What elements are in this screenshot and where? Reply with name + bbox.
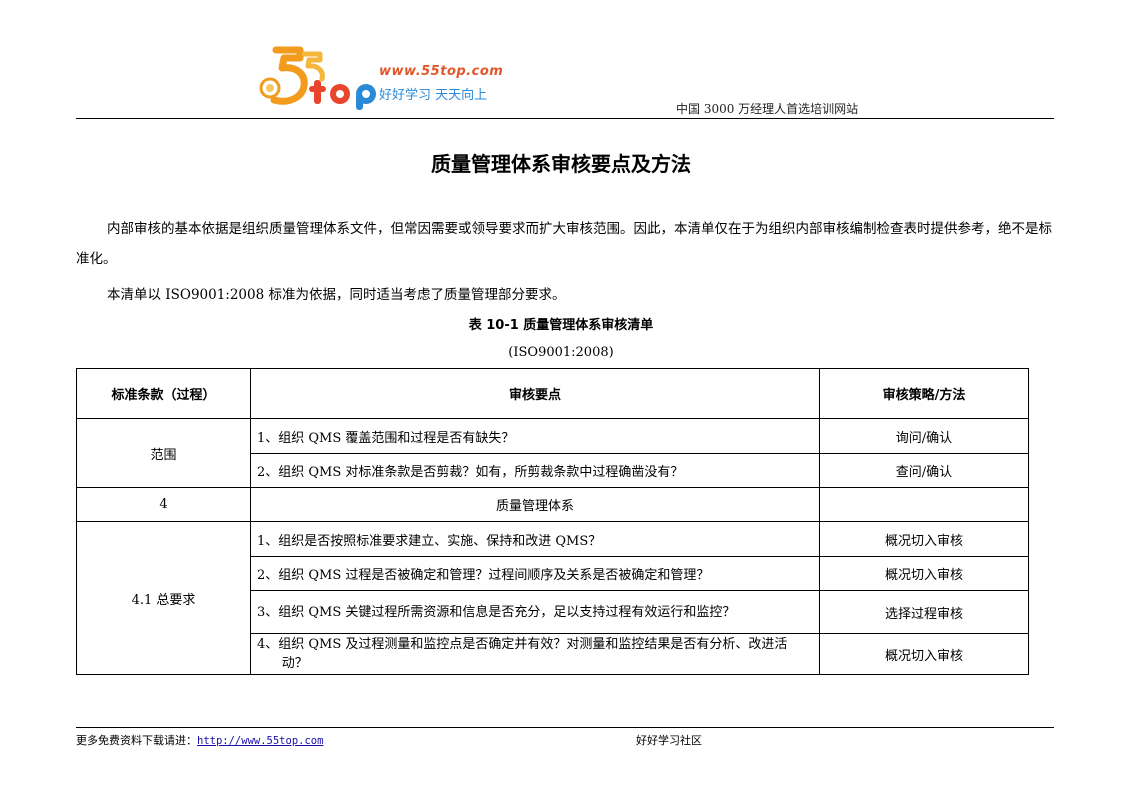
table-title: 表 10-1 质量管理体系审核清单: [468, 318, 654, 333]
method-cell: [819, 487, 1029, 522]
footer-download-link[interactable]: http://www.55top.com: [197, 735, 323, 747]
55top-logo-mark: [259, 46, 376, 110]
method-cell: 查问/确认: [819, 453, 1029, 488]
table-header-row: 标准条款（过程） 审核要点 审核策略/方法: [76, 368, 1029, 419]
audit-point-cell: 1、组织 QMS 覆盖范围和过程是否有缺失？: [250, 418, 820, 454]
site-logo: www.55top.com 好好学习 天天向上: [256, 44, 526, 110]
table-row: 4 质量管理体系: [76, 487, 1029, 522]
footer-download-label: 更多免费资料下载请进：: [76, 734, 197, 747]
intro-paragraph-1: 内部审核的基本依据是组织质量管理体系文件，但常因需要或领导要求而扩大审核范围。因…: [76, 221, 1052, 267]
header-clause: 标准条款（过程）: [76, 368, 251, 419]
footer-community: 好好学习社区: [636, 734, 702, 747]
audit-point-text: 3、组织 QMS 关键过程所需资源和信息是否充分，足以支持过程有效运行和监控？: [257, 604, 736, 620]
audit-checklist-table: 标准条款（过程） 审核要点 审核策略/方法 范围 1、组织 QMS 覆盖范围和过…: [76, 368, 1029, 675]
clause-cell: 范围: [76, 418, 251, 488]
method-cell: 概况切入审核: [819, 556, 1029, 591]
table-subtitle: (ISO9001:2008): [508, 345, 614, 360]
header-method: 审核策略/方法: [819, 368, 1029, 419]
document-title: 质量管理体系审核要点及方法: [431, 152, 691, 176]
method-cell: 询问/确认: [819, 418, 1029, 454]
audit-point-cell: 质量管理体系: [250, 487, 820, 522]
header-tagline: 中国 3000 万经理人首选培训网站: [676, 102, 859, 116]
audit-point-text: 4、组织 QMS 及过程测量和监控点是否确定并有效？对测量和监控结果是否有分析、…: [257, 637, 788, 671]
audit-point-cell: 1、组织是否按照标准要求建立、实施、保持和改进 QMS？: [250, 521, 820, 557]
clause-cell: 4: [76, 487, 251, 522]
footer-divider: [76, 727, 1054, 728]
logo-url-text: www.55top.com: [379, 64, 504, 79]
clause-cell: 4.1 总要求: [76, 521, 251, 675]
footer-download: 更多免费资料下载请进：http://www.55top.com: [76, 732, 323, 748]
intro-paragraph-2: 本清单以 ISO9001:2008 标准为依据，同时适当考虑了质量管理部分要求。: [107, 287, 566, 303]
audit-point-cell: 2、组织 QMS 对标准条款是否剪裁？如有，所剪裁条款中过程确凿没有？: [250, 453, 820, 488]
table-row: 范围 1、组织 QMS 覆盖范围和过程是否有缺失？ 询问/确认: [76, 418, 1029, 488]
audit-point-cell: 2、组织 QMS 过程是否被确定和管理？过程间顺序及关系是否被确定和管理？: [250, 556, 820, 591]
logo-slogan: 好好学习 天天向上: [379, 88, 488, 103]
method-cell: 选择过程审核: [819, 590, 1029, 634]
method-cell: 概况切入审核: [819, 521, 1029, 557]
audit-point-cell: 4、组织 QMS 及过程测量和监控点是否确定并有效？对测量和监控结果是否有分析、…: [250, 633, 820, 675]
method-cell: 概况切入审核: [819, 633, 1029, 675]
header-audit-point: 审核要点: [250, 368, 820, 419]
audit-point-cell: 3、组织 QMS 关键过程所需资源和信息是否充分，足以支持过程有效运行和监控？: [250, 590, 820, 634]
table-row: 4.1 总要求 1、组织是否按照标准要求建立、实施、保持和改进 QMS？ 概况切…: [76, 521, 1029, 675]
header-divider: [76, 118, 1054, 119]
